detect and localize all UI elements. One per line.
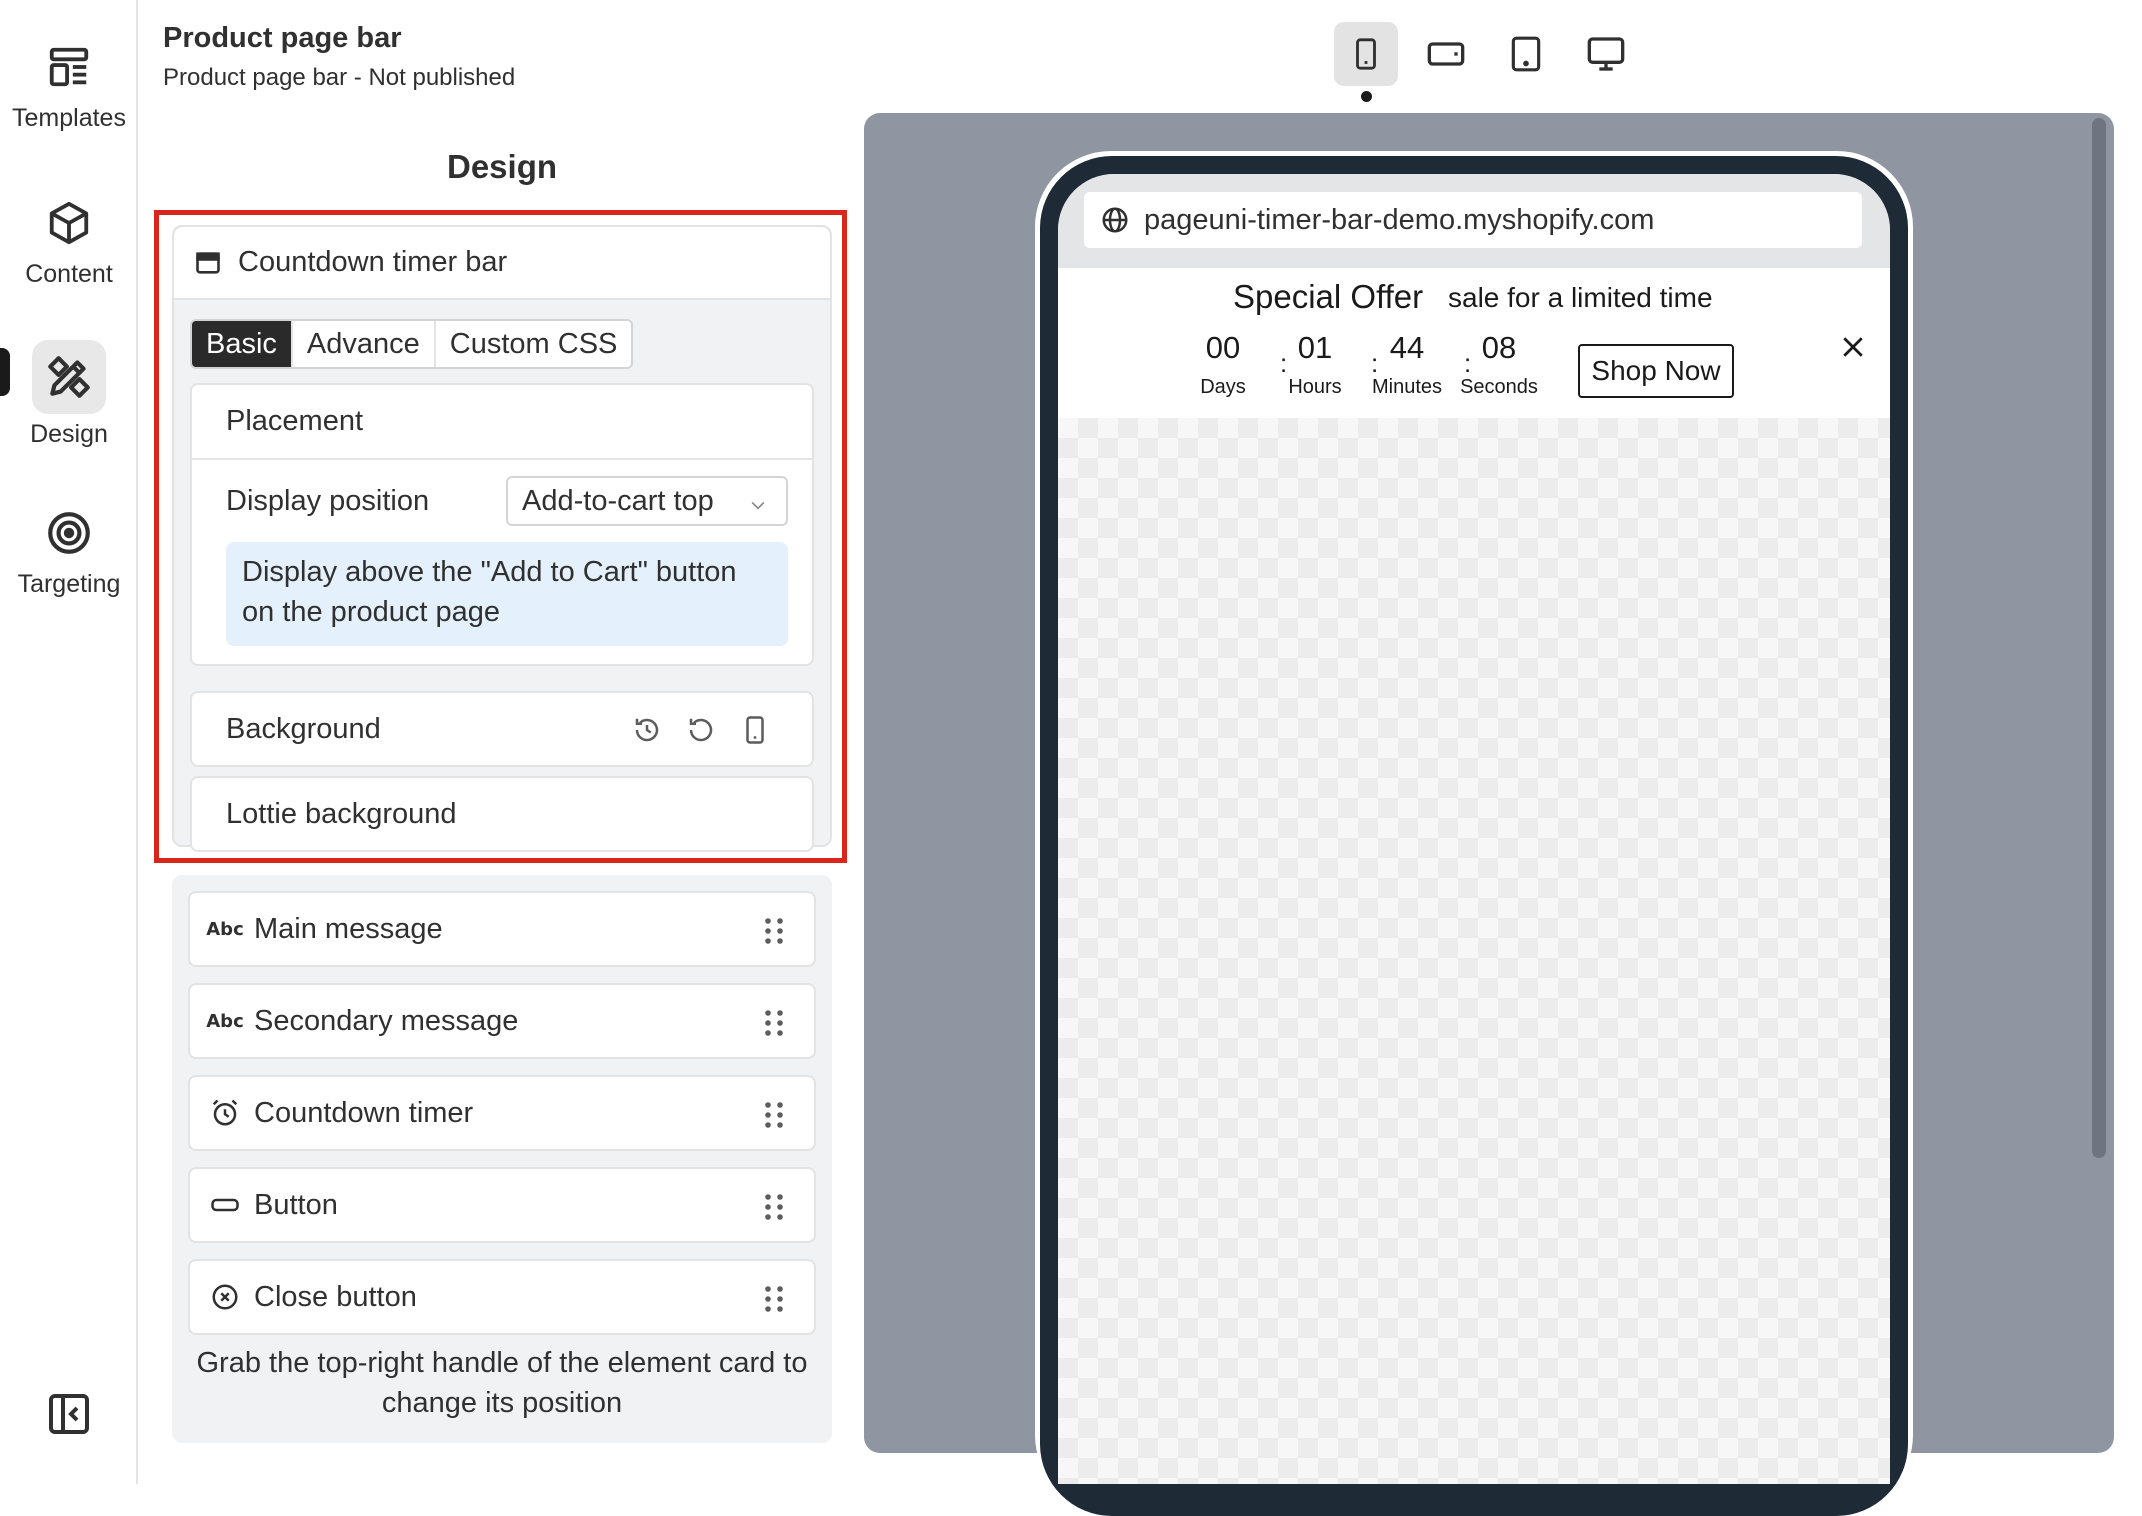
device-mobile-landscape-button[interactable] [1414, 22, 1478, 86]
mobile-icon [1356, 38, 1376, 70]
timer-seconds-label: Seconds [1460, 376, 1538, 398]
nav-content-label: Content [25, 260, 113, 288]
timer-days-value: 00 [1205, 330, 1241, 365]
collapse-sidebar-icon[interactable] [45, 1390, 93, 1438]
device-switcher [1334, 22, 1638, 86]
selection-highlight [154, 210, 847, 863]
text-abc-icon: Abc [206, 918, 244, 940]
templates-icon [38, 36, 100, 98]
device-mobile-button[interactable] [1334, 22, 1398, 86]
element-label: Countdown timer [254, 1096, 474, 1129]
shop-now-button[interactable]: Shop Now [1578, 344, 1734, 398]
url-text: pageuni-timer-bar-demo.myshopify.com [1144, 203, 1655, 236]
text-abc-icon: Abc [206, 1010, 244, 1032]
element-secondary-message[interactable]: Abc Secondary message [188, 983, 816, 1059]
left-nav-rail: Templates Content Design Targeting [0, 0, 138, 1484]
element-close-button[interactable]: Close button [188, 1259, 816, 1335]
device-desktop-button[interactable] [1574, 22, 1638, 86]
close-circle-icon [208, 1280, 242, 1314]
element-button[interactable]: Button [188, 1167, 816, 1243]
nav-content[interactable]: Content [0, 192, 138, 289]
element-label: Button [254, 1188, 338, 1221]
transparent-page-background [1058, 418, 1890, 1484]
url-bar[interactable]: pageuni-timer-bar-demo.myshopify.com [1084, 192, 1862, 248]
design-panel-title: Design [446, 148, 558, 185]
timer-minutes-value: 44 [1389, 330, 1425, 365]
timer-hours-value: 01 [1297, 330, 1333, 365]
reorder-hint: Grab the top-right handle of the element… [196, 1347, 808, 1419]
element-label: Secondary message [254, 1004, 519, 1037]
secondary-message: sale for a limited time [1448, 282, 1713, 313]
mobile-landscape-icon [1427, 42, 1465, 66]
timer-days-label: Days [1200, 376, 1246, 398]
element-main-message[interactable]: Abc Main message [188, 891, 816, 967]
main-message: Special Offer [1233, 278, 1424, 315]
page-subtitle: Product page bar - Not published [163, 64, 516, 91]
nav-design-label: Design [30, 420, 108, 448]
page-title: Product page bar [163, 22, 402, 54]
tablet-icon [1511, 36, 1541, 72]
drag-handle-icon[interactable] [764, 1285, 784, 1313]
device-tablet-button[interactable] [1494, 22, 1558, 86]
button-icon [208, 1188, 242, 1222]
cube-icon [38, 192, 100, 254]
phone-screen: pageuni-timer-bar-demo.myshopify.com Spe… [1058, 174, 1890, 1484]
preview-scrollbar[interactable] [2092, 118, 2106, 1158]
alarm-clock-icon [208, 1096, 242, 1130]
drag-handle-icon[interactable] [764, 1101, 784, 1129]
nav-templates[interactable]: Templates [0, 36, 138, 133]
drag-handle-icon[interactable] [764, 1009, 784, 1037]
element-countdown-timer[interactable]: Countdown timer [188, 1075, 816, 1151]
desktop-icon [1587, 37, 1625, 71]
nav-targeting[interactable]: Targeting [0, 502, 138, 599]
design-tools-icon [32, 340, 106, 414]
browser-bar: pageuni-timer-bar-demo.myshopify.com [1058, 174, 1890, 268]
nav-templates-label: Templates [12, 104, 126, 132]
close-icon[interactable] [1838, 332, 1868, 362]
elements-list: Abc Main message Abc Secondary message C… [172, 875, 832, 1443]
nav-targeting-label: Targeting [17, 570, 121, 598]
element-label: Close button [254, 1280, 417, 1313]
drag-handle-icon[interactable] [764, 917, 784, 945]
element-label: Main message [254, 912, 443, 945]
nav-design[interactable]: Design [0, 340, 138, 449]
globe-icon [1102, 207, 1128, 233]
timer-hours-label: Hours [1288, 376, 1342, 398]
timer-minutes-label: Minutes [1371, 376, 1443, 398]
countdown-timer-bar-preview: Special Offer sale for a limited time 00… [1058, 268, 1890, 418]
drag-handle-icon[interactable] [764, 1193, 784, 1221]
active-device-indicator [1361, 91, 1372, 102]
target-icon [38, 502, 100, 564]
timer-seconds-value: 08 [1481, 330, 1517, 365]
